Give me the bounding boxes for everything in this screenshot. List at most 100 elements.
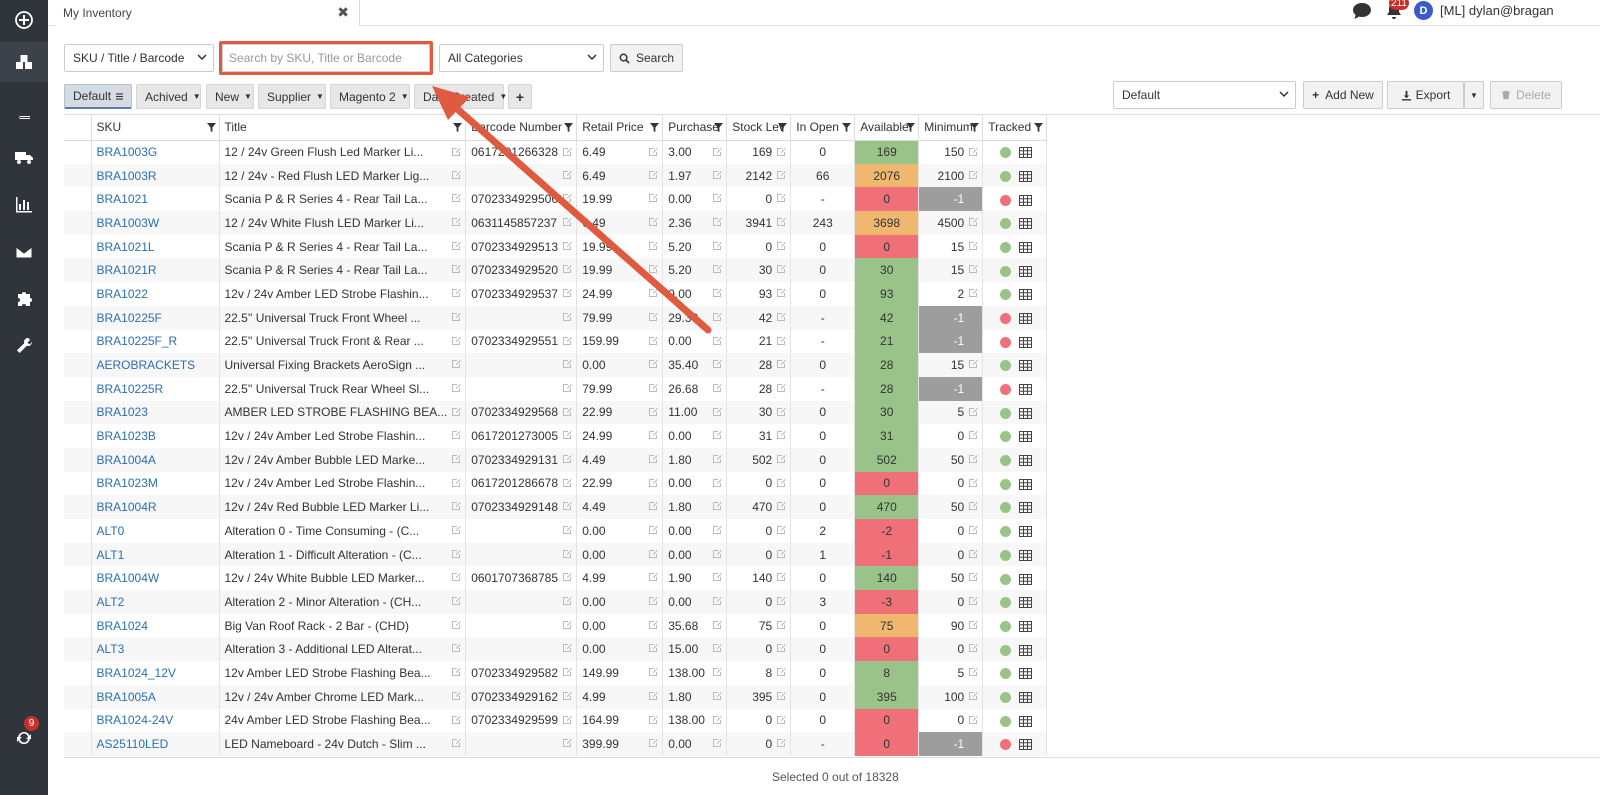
retail-price-cell[interactable]: 0.00 xyxy=(576,353,664,377)
row-selector[interactable] xyxy=(64,447,92,472)
row-selector[interactable] xyxy=(64,471,92,496)
filter-icon[interactable] xyxy=(564,123,574,132)
sku-link[interactable]: BRA1022 xyxy=(91,282,220,306)
edit-icon[interactable] xyxy=(562,170,573,180)
edit-icon[interactable] xyxy=(968,501,979,511)
edit-icon[interactable] xyxy=(712,454,723,464)
sku-link[interactable]: BRA1024 xyxy=(91,613,220,638)
title-cell[interactable]: 12v / 24v Amber Led Strobe Flashin... xyxy=(219,424,467,448)
edit-icon[interactable] xyxy=(712,430,723,440)
export-button[interactable]: Export xyxy=(1387,81,1464,109)
purchase-cell[interactable]: 1.80 xyxy=(662,495,728,519)
edit-icon[interactable] xyxy=(648,478,659,488)
barcode-cell[interactable]: 0702334929582 xyxy=(465,661,578,685)
row-selector[interactable] xyxy=(64,282,92,306)
retail-price-cell[interactable]: 22.99 xyxy=(576,400,664,425)
row-selector[interactable] xyxy=(64,329,92,354)
stock-level-cell[interactable]: 0 xyxy=(726,519,792,543)
edit-icon[interactable] xyxy=(451,715,462,725)
edit-icon[interactable] xyxy=(562,738,573,748)
edit-icon[interactable] xyxy=(451,193,462,203)
stock-level-cell[interactable]: 0 xyxy=(726,542,792,567)
stock-level-cell[interactable]: 0 xyxy=(726,471,792,496)
edit-icon[interactable] xyxy=(968,667,979,677)
edit-icon[interactable] xyxy=(712,691,723,701)
edit-icon[interactable] xyxy=(451,170,462,180)
minimum-cell[interactable]: 0 xyxy=(918,590,984,614)
table-icon[interactable] xyxy=(1019,147,1033,159)
edit-icon[interactable] xyxy=(648,430,659,440)
table-icon[interactable] xyxy=(1019,668,1033,680)
edit-icon[interactable] xyxy=(776,430,787,440)
table-icon[interactable] xyxy=(1019,289,1033,301)
header-stock-level[interactable]: Stock Lev xyxy=(726,115,792,141)
edit-icon[interactable] xyxy=(648,170,659,180)
edit-icon[interactable] xyxy=(776,264,787,274)
edit-icon[interactable] xyxy=(648,643,659,653)
barcode-cell[interactable]: 0702334929551 xyxy=(465,329,578,354)
row-selector[interactable] xyxy=(64,566,92,591)
edit-icon[interactable] xyxy=(648,667,659,677)
minimum-cell[interactable]: -1 xyxy=(918,329,984,354)
edit-icon[interactable] xyxy=(776,147,787,157)
filter-icon[interactable] xyxy=(906,123,916,132)
barcode-cell[interactable]: 0702334929513 xyxy=(465,234,578,259)
edit-icon[interactable] xyxy=(712,501,723,511)
table-icon[interactable] xyxy=(1019,526,1033,538)
stock-level-cell[interactable]: 470 xyxy=(726,495,792,519)
sku-link[interactable]: BRA1024-24V xyxy=(91,708,220,733)
edit-icon[interactable] xyxy=(648,241,659,251)
edit-icon[interactable] xyxy=(968,620,979,630)
retail-price-cell[interactable]: 19.99 xyxy=(576,258,664,283)
add-new-button[interactable]: + Add New xyxy=(1303,81,1383,109)
edit-icon[interactable] xyxy=(712,336,723,346)
tracked-status-icon[interactable] xyxy=(1000,715,1012,727)
barcode-cell[interactable]: 0702334929568 xyxy=(465,400,578,425)
edit-icon[interactable] xyxy=(648,738,659,748)
sidebar-item-sync[interactable]: 9 xyxy=(0,716,48,758)
edit-icon[interactable] xyxy=(968,430,979,440)
sku-link[interactable]: BRA1005A xyxy=(91,684,220,709)
table-icon[interactable] xyxy=(1019,170,1033,182)
table-icon[interactable] xyxy=(1019,407,1033,419)
filter-icon[interactable] xyxy=(778,123,788,132)
row-selector[interactable] xyxy=(64,400,92,425)
edit-icon[interactable] xyxy=(562,454,573,464)
retail-price-cell[interactable]: 149.99 xyxy=(576,661,664,685)
edit-icon[interactable] xyxy=(776,193,787,203)
row-selector[interactable] xyxy=(64,163,92,188)
filter-magento-button[interactable]: Magento 2 ▼ xyxy=(330,84,410,109)
edit-icon[interactable] xyxy=(712,170,723,180)
title-cell[interactable]: Big Van Roof Rack - 2 Bar - (CHD) xyxy=(219,613,467,638)
tracked-status-icon[interactable] xyxy=(1000,336,1012,348)
purchase-cell[interactable]: 0.00 xyxy=(662,542,728,567)
title-cell[interactable]: Scania P & R Series 4 - Rear Tail La... xyxy=(219,187,467,212)
title-cell[interactable]: AMBER LED STROBE FLASHING BEA... xyxy=(219,400,467,425)
edit-icon[interactable] xyxy=(712,643,723,653)
title-cell[interactable]: 12v / 24v Amber Bubble LED Marke... xyxy=(219,447,467,472)
edit-icon[interactable] xyxy=(648,715,659,725)
barcode-cell[interactable] xyxy=(465,353,578,377)
title-cell[interactable]: Alteration 0 - Time Consuming - (C... xyxy=(219,519,467,543)
barcode-cell[interactable] xyxy=(465,542,578,567)
purchase-cell[interactable]: 1.90 xyxy=(662,566,728,591)
filter-icon[interactable] xyxy=(1034,123,1044,132)
table-row[interactable]: BRA1023B 12v / 24v Amber Led Strobe Flash… xyxy=(64,424,1048,448)
retail-price-cell[interactable]: 4.99 xyxy=(576,566,664,591)
table-icon[interactable] xyxy=(1019,312,1033,324)
minimum-cell[interactable]: 0 xyxy=(918,471,984,496)
search-button[interactable]: Search xyxy=(610,44,683,72)
edit-icon[interactable] xyxy=(712,407,723,417)
edit-icon[interactable] xyxy=(776,312,787,322)
sku-link[interactable]: ALT1 xyxy=(91,542,220,567)
sidebar-item-inventory[interactable] xyxy=(0,42,48,82)
edit-icon[interactable] xyxy=(562,336,573,346)
edit-icon[interactable] xyxy=(562,596,573,606)
table-row[interactable]: BRA1021L Scania P & R Series 4 - Rear Tai… xyxy=(64,234,1048,259)
filter-supplier-button[interactable]: Supplier ▼ xyxy=(258,84,326,109)
edit-icon[interactable] xyxy=(451,359,462,369)
retail-price-cell[interactable]: 22.99 xyxy=(576,471,664,496)
sku-link[interactable]: BRA10225F_R xyxy=(91,329,220,354)
edit-icon[interactable] xyxy=(776,525,787,535)
edit-icon[interactable] xyxy=(968,572,979,582)
